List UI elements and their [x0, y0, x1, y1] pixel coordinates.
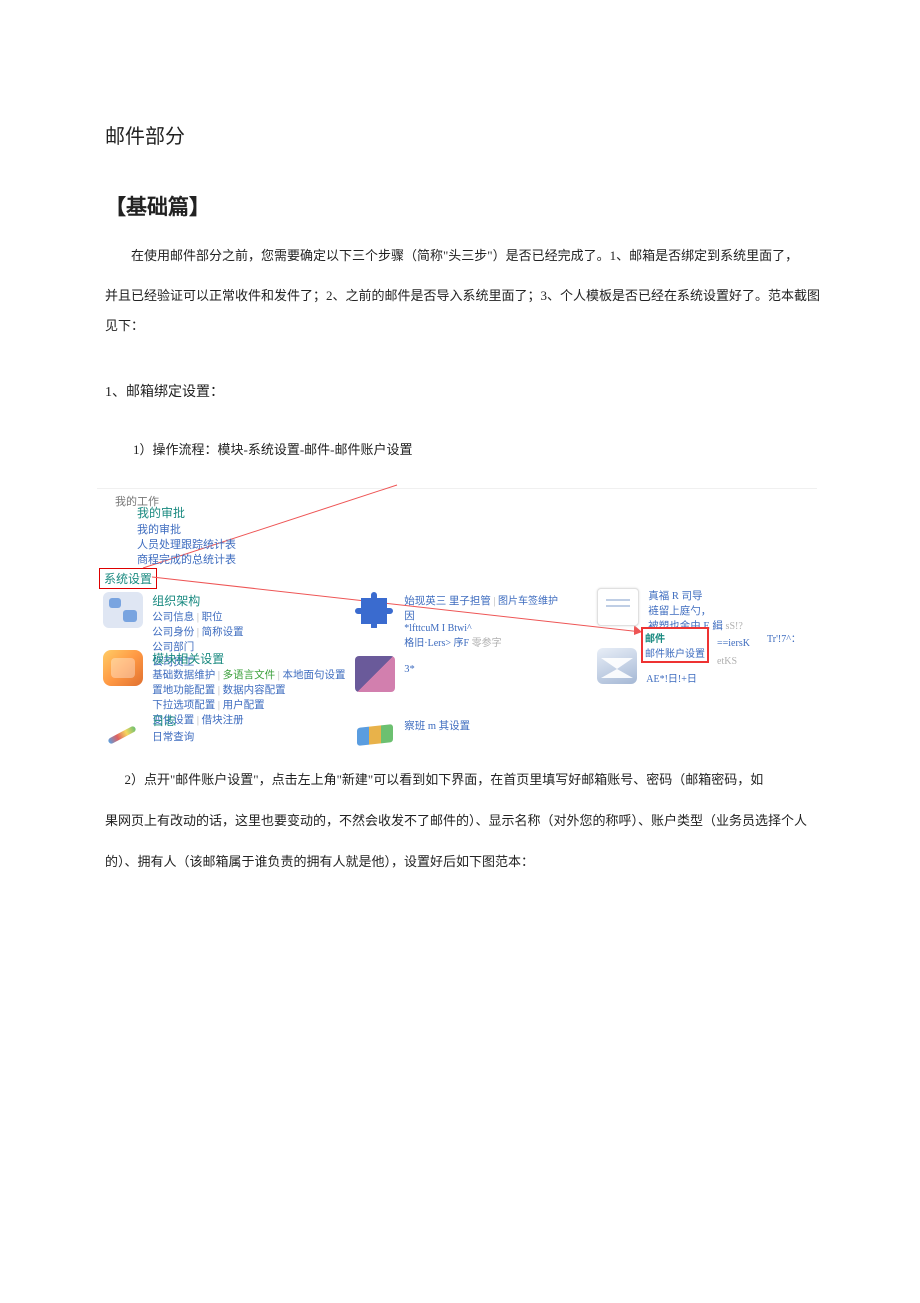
lnk-company-info[interactable]: 公司信息 — [152, 612, 194, 623]
envelope-icon — [597, 648, 637, 684]
module-mail[interactable]: AE*!日!+日 — [597, 648, 697, 685]
mail-box-title: 邮件 — [645, 630, 705, 645]
note-l3b: 緝 — [712, 621, 723, 632]
highlight-system-settings[interactable]: 系统设置 — [99, 568, 157, 589]
bricks-icon — [355, 712, 395, 748]
link-stat-1[interactable]: 人员处理跟踪统计表 — [137, 538, 236, 553]
step-2-line-1: 2）点开"邮件账户设置"，点击左上角"新建"可以看到如下界面，在首页里填写好邮箱… — [105, 766, 825, 794]
module-log[interactable]: 日志 日常查询 — [103, 712, 194, 748]
plugin-l4b: 零参字 — [472, 638, 502, 649]
module-bricks[interactable]: 察班 m 其设置 — [355, 712, 470, 748]
lnk-mod-1c[interactable]: 本地面句设置 — [282, 670, 345, 681]
module-square[interactable]: 3* — [355, 656, 415, 692]
screenshot-panel: 我的工作 我的审批 我的审批 人员处理跟踪统计表 商程完成的总统计表 系统设置 … — [97, 488, 817, 746]
plugin-l3: *lfttcuM I Btwi^ — [404, 623, 558, 634]
system-settings-tab-label: 系统设置 — [104, 572, 152, 586]
module-title: 模块相关设置 — [152, 650, 345, 667]
link-stat-2[interactable]: 商程完成的总统计表 — [137, 553, 236, 568]
sq-l1[interactable]: 3* — [404, 664, 415, 675]
puzzle-icon — [355, 592, 395, 628]
pen-icon — [103, 712, 143, 748]
org-title: 组织架构 — [152, 592, 243, 609]
step-1: 1）操作流程：模块-系统设置-邮件-邮件账户设置 — [133, 439, 825, 458]
section-title: 【基础篇】 — [105, 191, 825, 221]
lnk-mod-1b[interactable]: 多语言文件 — [223, 670, 276, 681]
intro-line-2: 并且已经验证可以正常收件和发件了；2、之前的邮件是否导入系统里面了；3、个人模板… — [105, 281, 825, 341]
lnk-mod-2b[interactable]: 数据内容配置 — [223, 685, 286, 696]
lnk-company-identity[interactable]: 公司身份 — [152, 627, 194, 638]
mail-r2: etKS — [717, 656, 737, 667]
approval-title: 我的审批 — [137, 504, 236, 521]
step-2-line-3: 的）、拥有人（该邮箱属于谁负责的拥有人就是他），设置好后如下图范本： — [105, 848, 825, 876]
lnk-shift-settings[interactable]: 察班 m 其设置 — [404, 721, 470, 732]
module-box-icon — [103, 650, 143, 686]
lnk-position[interactable]: 职位 — [202, 612, 223, 623]
log-title: 日志 — [152, 712, 194, 729]
mail-b[interactable]: AE*!日!+日 — [646, 674, 697, 685]
plugin-l1a[interactable]: 始现英三 里子担管 — [404, 596, 491, 607]
mail-r1: ==iersK — [717, 638, 750, 649]
page-title: 邮件部分 — [105, 120, 825, 149]
note-icon — [597, 588, 639, 626]
note-tr: Tr'!7^： — [767, 630, 801, 645]
note-l3c: sS!? — [726, 621, 743, 632]
lnk-log-query[interactable]: 日常查询 — [152, 732, 194, 743]
lnk-mod-3a[interactable]: 下拉选项配置 — [152, 700, 215, 711]
lnk-mod-2a[interactable]: 置地功能配置 — [152, 685, 215, 696]
plugin-l4a[interactable]: 格旧·Lers> 序F — [404, 638, 469, 649]
step-2-line-2: 果网页上有改动的话，这里也要变动的，不然会收发不了邮件的）、显示名称（对外您的称… — [105, 807, 825, 835]
lnk-mod-1a[interactable]: 基础数据维护 — [152, 670, 215, 681]
lnk-mod-3b[interactable]: 用户配置 — [223, 700, 265, 711]
note-l1[interactable]: 真福 R 司导 — [648, 588, 743, 603]
document-page: 邮件部分 【基础篇】 在使用邮件部分之前，您需要确定以下三个步骤（简称"头三步"… — [0, 0, 920, 1303]
note-l2[interactable]: 裢留上庭勺， — [648, 603, 743, 618]
org-structure-icon — [103, 592, 143, 628]
plugin-l1b[interactable]: 图片车签维护 — [498, 596, 558, 607]
link-my-approval[interactable]: 我的审批 — [137, 523, 236, 538]
module-plugin[interactable]: 始现英三 里子担管 | 图片车签维护 因 *lfttcuM I Btwi^ 格旧… — [355, 592, 558, 649]
lnk-mod-4b[interactable]: 借块注册 — [202, 715, 244, 726]
plugin-l2[interactable]: 因 — [404, 608, 558, 623]
lnk-abbrev[interactable]: 简称设置 — [202, 627, 244, 638]
approval-group: 我的审批 我的审批 人员处理跟踪统计表 商程完成的总统计表 — [137, 504, 236, 568]
intro-line-1: 在使用邮件部分之前，您需要确定以下三个步骤（简称"头三步"）是否已经完成了。1、… — [105, 241, 825, 271]
subheading-1: 1、邮箱绑定设置： — [105, 381, 825, 401]
square-icon — [355, 656, 395, 692]
